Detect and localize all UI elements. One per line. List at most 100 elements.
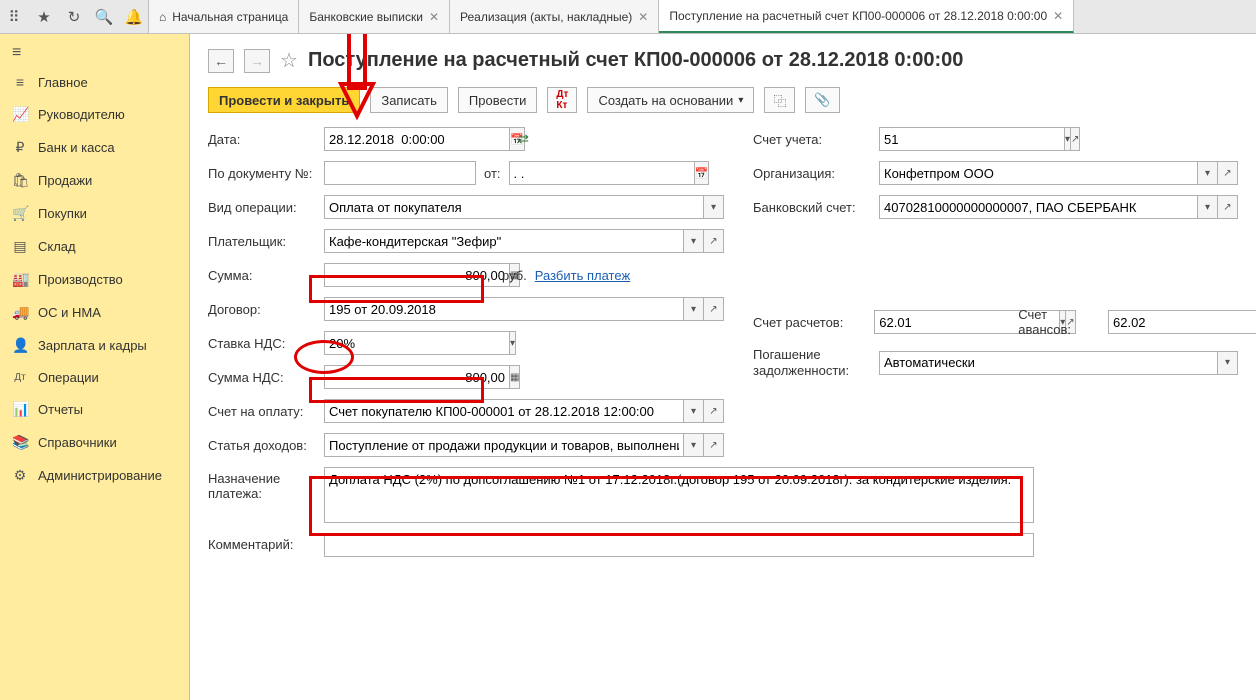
tab-current-doc[interactable]: Поступление на расчетный счет КП00-00000… bbox=[659, 0, 1074, 33]
org-label: Организация: bbox=[753, 166, 871, 181]
account-input[interactable] bbox=[879, 127, 1065, 151]
open-icon[interactable] bbox=[1071, 127, 1080, 151]
forward-button[interactable]: → bbox=[244, 49, 270, 73]
from-label: от: bbox=[484, 166, 501, 181]
comment-input[interactable] bbox=[324, 533, 1034, 557]
vatrate-label: Ставка НДС: bbox=[208, 336, 316, 351]
page-title: Поступление на расчетный счет КП00-00000… bbox=[308, 49, 963, 72]
menu-toggle-icon[interactable]: ≡ bbox=[0, 40, 189, 66]
sidebar: ≡ ≡Главное 📈Руководителю ₽Банк и касса 🛍… bbox=[0, 34, 190, 700]
chevron-down-icon[interactable] bbox=[684, 297, 704, 321]
open-icon[interactable] bbox=[704, 229, 724, 253]
close-icon[interactable]: ✕ bbox=[429, 10, 439, 24]
advance-input[interactable] bbox=[1108, 310, 1256, 334]
write-button[interactable]: Записать bbox=[370, 87, 448, 113]
truck-icon: 🚚 bbox=[12, 304, 28, 321]
sidebar-item-references[interactable]: 📚Справочники bbox=[0, 426, 189, 459]
search-icon[interactable]: 🔍 bbox=[96, 9, 112, 25]
main-icon: ≡ bbox=[12, 74, 28, 90]
gear-icon: ⚙ bbox=[12, 467, 28, 484]
chevron-down-icon: ▾ bbox=[738, 95, 743, 106]
favorite-star-icon[interactable]: ☆ bbox=[280, 48, 298, 73]
structure-button[interactable]: ⿻ bbox=[764, 87, 795, 113]
sidebar-item-manager[interactable]: 📈Руководителю bbox=[0, 98, 189, 131]
history-icon[interactable]: ↻ bbox=[66, 9, 82, 25]
payer-input[interactable] bbox=[324, 229, 684, 253]
open-icon[interactable] bbox=[704, 433, 724, 457]
post-button[interactable]: Провести bbox=[458, 87, 538, 113]
income-label: Статья доходов: bbox=[208, 438, 316, 453]
org-input[interactable] bbox=[879, 161, 1198, 185]
from-date-input[interactable] bbox=[509, 161, 695, 185]
create-based-button[interactable]: Создать на основании▾ bbox=[587, 87, 754, 113]
chevron-down-icon[interactable] bbox=[684, 433, 704, 457]
vatsum-input[interactable] bbox=[324, 365, 510, 389]
settle-label: Счет расчетов: bbox=[753, 315, 866, 330]
purpose-textarea[interactable] bbox=[324, 467, 1034, 523]
calc-icon[interactable]: ▦ bbox=[510, 365, 520, 389]
ruble-icon: ₽ bbox=[12, 139, 28, 156]
currency-label: руб. bbox=[502, 268, 527, 283]
open-icon[interactable] bbox=[704, 297, 724, 321]
split-payment-link[interactable]: Разбить платеж bbox=[535, 268, 630, 283]
chevron-down-icon[interactable] bbox=[684, 229, 704, 253]
bankacc-label: Банковский счет: bbox=[753, 200, 871, 215]
back-button[interactable]: ← bbox=[208, 49, 234, 73]
sum-label: Сумма: bbox=[208, 268, 316, 283]
docno-label: По документу №: bbox=[208, 166, 316, 181]
sidebar-item-operations[interactable]: ДтОперации bbox=[0, 362, 189, 393]
tab-bank-statements[interactable]: Банковские выписки✕ bbox=[299, 0, 450, 33]
sidebar-item-sales[interactable]: 🛍Продажи bbox=[0, 164, 189, 197]
apps-icon[interactable]: ⠿ bbox=[6, 9, 22, 25]
tab-home[interactable]: ⌂Начальная страница bbox=[148, 0, 299, 33]
sidebar-item-main[interactable]: ≡Главное bbox=[0, 66, 189, 98]
bars-icon: 📊 bbox=[12, 401, 28, 418]
post-and-close-button[interactable]: Провести и закрыть bbox=[208, 87, 360, 113]
tab-sales[interactable]: Реализация (акты, накладные)✕ bbox=[450, 0, 659, 33]
books-icon: 📚 bbox=[12, 434, 28, 451]
sidebar-item-assets[interactable]: 🚚ОС и НМА bbox=[0, 296, 189, 329]
bankacc-input[interactable] bbox=[879, 195, 1198, 219]
debt-input[interactable] bbox=[879, 351, 1218, 375]
chevron-down-icon[interactable] bbox=[1198, 195, 1218, 219]
sidebar-item-bank[interactable]: ₽Банк и касса bbox=[0, 131, 189, 164]
invoice-label: Счет на оплату: bbox=[208, 404, 316, 419]
open-icon[interactable] bbox=[704, 399, 724, 423]
chevron-down-icon[interactable] bbox=[1198, 161, 1218, 185]
vatrate-input[interactable] bbox=[324, 331, 510, 355]
dtkt-icon: Дт bbox=[12, 372, 28, 383]
sum-input[interactable] bbox=[324, 263, 510, 287]
chart-icon: 📈 bbox=[12, 106, 28, 123]
account-label: Счет учета: bbox=[753, 132, 871, 147]
sidebar-item-reports[interactable]: 📊Отчеты bbox=[0, 393, 189, 426]
sidebar-item-hr[interactable]: 👤Зарплата и кадры bbox=[0, 329, 189, 362]
top-icon-bar: ⠿ ★ ↻ 🔍 🔔 bbox=[0, 0, 148, 33]
chevron-down-icon[interactable] bbox=[510, 331, 516, 355]
close-icon[interactable]: ✕ bbox=[1053, 9, 1063, 23]
sidebar-item-purchases[interactable]: 🛒Покупки bbox=[0, 197, 189, 230]
star-icon[interactable]: ★ bbox=[36, 9, 52, 25]
calendar-icon[interactable] bbox=[695, 161, 710, 185]
dtkt-button[interactable]: ДтКт bbox=[547, 87, 577, 113]
chevron-down-icon[interactable] bbox=[684, 399, 704, 423]
sidebar-item-production[interactable]: 🏭Производство bbox=[0, 263, 189, 296]
chevron-down-icon[interactable] bbox=[1218, 351, 1238, 375]
contract-input[interactable] bbox=[324, 297, 684, 321]
sidebar-item-admin[interactable]: ⚙Администрирование bbox=[0, 459, 189, 492]
open-icon[interactable] bbox=[1218, 195, 1238, 219]
comment-label: Комментарий: bbox=[208, 533, 316, 552]
open-icon[interactable] bbox=[1218, 161, 1238, 185]
attach-button[interactable]: 📎 bbox=[805, 87, 839, 113]
chevron-down-icon[interactable] bbox=[704, 195, 724, 219]
date-label: Дата: bbox=[208, 132, 316, 147]
close-icon[interactable]: ✕ bbox=[638, 10, 648, 24]
invoice-input[interactable] bbox=[324, 399, 684, 423]
stock-icon: ▤ bbox=[12, 238, 28, 255]
income-input[interactable] bbox=[324, 433, 684, 457]
top-bar: ⠿ ★ ↻ 🔍 🔔 ⌂Начальная страница Банковские… bbox=[0, 0, 1256, 34]
optype-input[interactable] bbox=[324, 195, 704, 219]
date-input[interactable] bbox=[324, 127, 510, 151]
docno-input[interactable] bbox=[324, 161, 476, 185]
sidebar-item-stock[interactable]: ▤Склад bbox=[0, 230, 189, 263]
bell-icon[interactable]: 🔔 bbox=[126, 9, 142, 25]
